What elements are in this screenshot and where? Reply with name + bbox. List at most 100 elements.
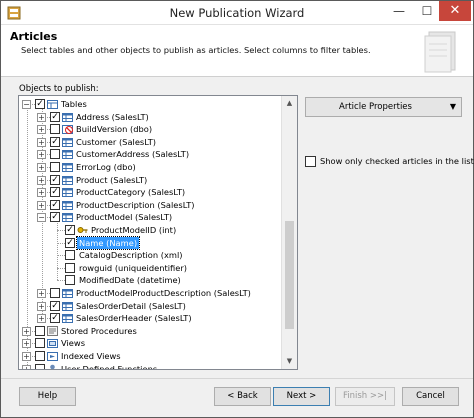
expand-icon[interactable]: + — [37, 137, 46, 147]
tree-node-checkbox[interactable] — [65, 262, 75, 273]
tree-node[interactable]: + Stored Procedures — [19, 325, 281, 337]
tree-node[interactable]: rowguid (uniqueidentifier) — [19, 262, 281, 274]
tree-node-label: Product (SalesLT) — [76, 174, 148, 185]
tree-node[interactable]: + ErrorLog (dbo) — [19, 161, 281, 173]
expand-icon[interactable]: + — [37, 163, 46, 172]
tree-node[interactable]: − ✓ ProductModel (SalesLT) — [19, 211, 281, 223]
help-button[interactable]: Help — [19, 387, 76, 406]
tree-node-label: ModifiedDate (datetime) — [79, 275, 181, 286]
page-title: Articles — [10, 30, 58, 43]
procedure-icon — [47, 325, 58, 336]
collapse-icon[interactable]: − — [37, 213, 46, 223]
tree-node-checkbox[interactable]: ✓ — [50, 313, 60, 324]
tree-node-checkbox[interactable] — [35, 338, 45, 349]
table-icon — [62, 313, 73, 324]
expand-icon[interactable]: + — [37, 200, 46, 210]
key-column-icon — [77, 225, 88, 235]
tree-node-checkbox[interactable]: ✓ — [50, 212, 60, 223]
expand-icon[interactable]: + — [37, 150, 46, 160]
page-header: Articles Select tables and other objects… — [1, 25, 473, 77]
back-button[interactable]: < Back — [214, 387, 271, 406]
expand-icon[interactable]: + — [22, 352, 31, 361]
article-properties-button[interactable]: Article Properties ▼ — [305, 97, 462, 117]
tree-node-checkbox[interactable]: ✓ — [50, 111, 60, 122]
tree-scrollbar[interactable]: ▲ ▼ — [281, 96, 297, 369]
tree-node-checkbox[interactable]: ✓ — [50, 174, 60, 185]
tree-node-checkbox[interactable]: ✓ — [35, 99, 45, 109]
tree-node[interactable]: ModifiedDate (datetime) — [19, 274, 281, 286]
table-icon — [62, 301, 73, 311]
next-button[interactable]: Next > — [273, 387, 330, 406]
tree-node[interactable]: CatalogDescription (xml) — [19, 249, 281, 261]
tree-node[interactable]: + Views — [19, 337, 281, 349]
tree-node-label: Indexed Views — [61, 351, 121, 361]
tree-node-label: Name (Name) — [75, 235, 141, 250]
tree-node-checkbox[interactable] — [50, 288, 60, 298]
tree-node-checkbox[interactable] — [50, 124, 60, 135]
finish-button[interactable]: Finish >>| — [335, 387, 395, 406]
tree-node[interactable]: ✓ ProductModelID (int) — [19, 224, 281, 236]
table-icon — [62, 149, 73, 160]
tree-node[interactable]: + ✓ ProductDescription (SalesLT) — [19, 199, 281, 211]
expand-icon[interactable]: + — [22, 364, 31, 369]
expand-icon[interactable]: + — [37, 175, 46, 185]
tree-node[interactable]: + Indexed Views — [19, 350, 281, 362]
cancel-button[interactable]: Cancel — [402, 387, 459, 406]
scroll-up-icon[interactable]: ▲ — [282, 96, 297, 111]
tree-node[interactable]: + CustomerAddress (SalesLT) — [19, 148, 281, 160]
tree-node[interactable]: − ✓ Tables — [19, 98, 281, 110]
expand-icon[interactable]: + — [37, 188, 46, 198]
folder-table-icon — [47, 99, 58, 109]
tree-node[interactable]: + ✓ ProductCategory (SalesLT) — [19, 186, 281, 198]
scroll-down-icon[interactable]: ▼ — [282, 354, 297, 369]
tree-node[interactable]: + BuildVersion (dbo) — [19, 123, 281, 135]
maximize-button[interactable]: ☐ — [413, 1, 441, 23]
scrollbar-thumb[interactable] — [285, 221, 294, 329]
title-bar: New Publication Wizard — ☐ ✕ — [1, 1, 473, 25]
expand-icon[interactable]: + — [22, 339, 31, 349]
objects-tree[interactable]: − ✓ Tables + ✓ Address (SalesLT) + BuildVersion… — [18, 95, 298, 370]
tree-node-checkbox[interactable] — [35, 351, 45, 361]
tree-node-checkbox[interactable] — [35, 363, 45, 369]
indexed-view-icon — [47, 351, 58, 361]
tree-node-checkbox[interactable] — [65, 250, 75, 261]
tree-node-checkbox[interactable]: ✓ — [65, 225, 75, 235]
tree-node-label: ProductModelID (int) — [91, 225, 177, 235]
tree-node[interactable]: + ✓ SalesOrderDetail (SalesLT) — [19, 300, 281, 312]
tree-node[interactable]: + ✓ Customer (SalesLT) — [19, 136, 281, 148]
minimize-button[interactable]: — — [385, 1, 413, 23]
close-button[interactable]: ✕ — [439, 1, 471, 21]
function-icon — [47, 364, 58, 369]
expand-icon[interactable]: + — [37, 112, 46, 122]
tree-node-checkbox[interactable]: ✓ — [50, 187, 60, 198]
tree-node[interactable]: + ✓ Product (SalesLT) — [19, 174, 281, 186]
tree-node-checkbox[interactable] — [65, 275, 75, 286]
tree-node-label: rowguid (uniqueidentifier) — [79, 262, 187, 273]
show-only-checked-checkbox[interactable] — [305, 156, 316, 167]
expand-icon[interactable]: + — [22, 326, 31, 336]
objects-to-publish-label: Objects to publish: — [19, 84, 99, 94]
expand-icon[interactable]: + — [37, 289, 46, 298]
tree-node-checkbox[interactable]: ✓ — [50, 300, 60, 311]
tree-node[interactable]: + User Defined Functions — [19, 363, 281, 369]
tree-node-label: BuildVersion (dbo) — [76, 124, 153, 135]
tree-node[interactable]: + ✓ Address (SalesLT) — [19, 111, 281, 123]
tree-node-checkbox[interactable] — [50, 149, 60, 160]
tree-node-label: SalesOrderDetail (SalesLT) — [76, 300, 186, 311]
tree-node[interactable]: + ✓ SalesOrderHeader (SalesLT) — [19, 312, 281, 324]
tree-node[interactable]: ✓ Name (Name) — [19, 235, 281, 250]
tree-node-checkbox[interactable] — [50, 162, 60, 172]
collapse-icon[interactable]: − — [22, 100, 31, 109]
tree-node-label: ProductModelProductDescription (SalesLT) — [76, 288, 251, 298]
tree-node-checkbox[interactable]: ✓ — [65, 237, 75, 248]
tree-node-checkbox[interactable] — [35, 325, 45, 336]
expand-icon[interactable]: + — [37, 314, 46, 324]
page-subtitle: Select tables and other objects to publi… — [21, 45, 371, 55]
expand-icon[interactable]: + — [37, 125, 46, 135]
tree-node-checkbox[interactable]: ✓ — [50, 136, 60, 147]
expand-icon[interactable]: + — [37, 301, 46, 311]
tree-node-checkbox[interactable]: ✓ — [50, 199, 60, 210]
tree-node[interactable]: + ProductModelProductDescription (SalesLT… — [19, 287, 281, 299]
tree-node-label: ProductModel (SalesLT) — [76, 212, 173, 223]
footer-divider — [1, 378, 473, 379]
